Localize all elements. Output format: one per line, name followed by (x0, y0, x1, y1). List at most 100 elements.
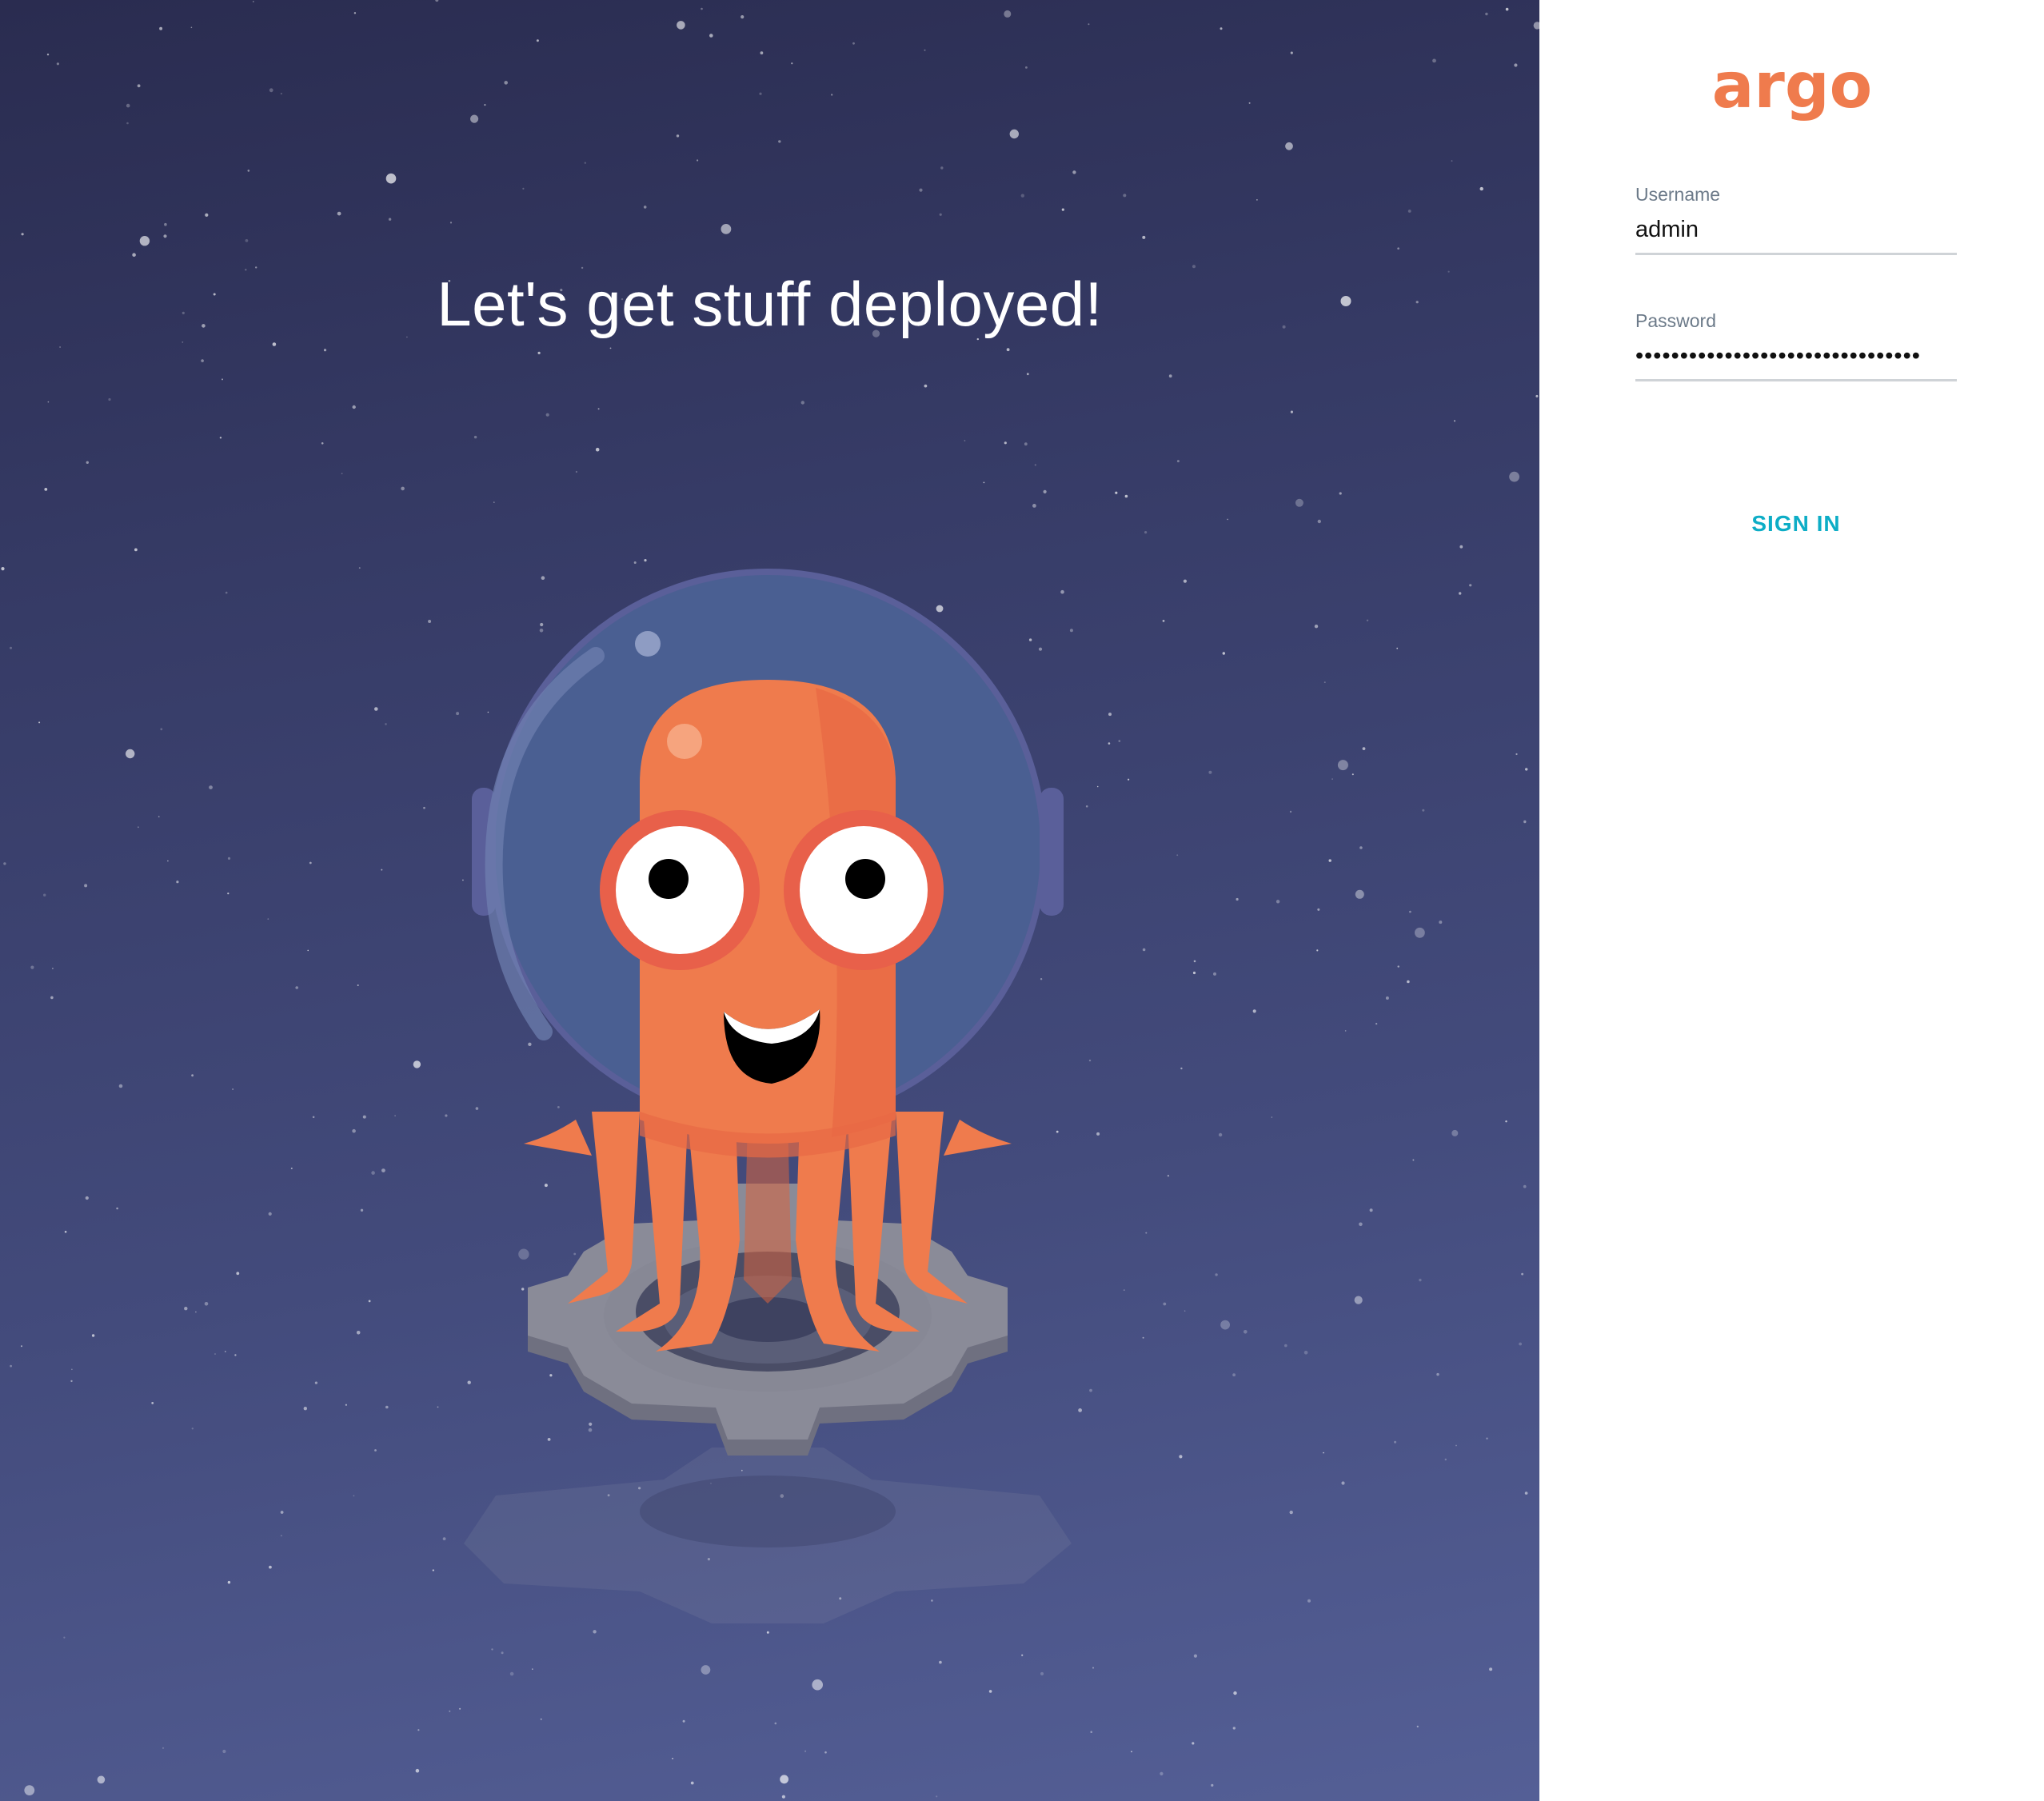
star-dot (108, 397, 111, 401)
star-dot (164, 222, 167, 226)
star-dot (1180, 1067, 1183, 1070)
star-dot (10, 1364, 13, 1368)
star-dot (337, 211, 341, 216)
star-dot (385, 1405, 389, 1409)
star-dot (432, 1569, 434, 1571)
star-dot (1192, 1742, 1195, 1745)
star-dot (303, 1407, 307, 1411)
star-dot (1215, 1273, 1218, 1276)
star-dot (1108, 713, 1112, 717)
star-dot (1090, 1731, 1092, 1733)
star-dot (1486, 1437, 1488, 1440)
username-label: Username (1635, 184, 1721, 205)
sign-in-button[interactable]: SIGN IN (1635, 496, 1957, 552)
password-input[interactable] (1635, 332, 1957, 381)
star-dot (1220, 1320, 1230, 1330)
star-dot (595, 447, 600, 452)
star-dot (1162, 620, 1165, 622)
hero-panel: Let's get stuff deployed! (0, 0, 1539, 1801)
star-dot (1409, 910, 1411, 913)
star-dot (584, 162, 586, 164)
star-dot (176, 881, 179, 884)
star-dot (295, 986, 299, 989)
star-dot (1183, 579, 1187, 583)
star-dot (609, 347, 612, 349)
star-dot (1514, 63, 1518, 67)
star-dot (1020, 194, 1025, 198)
star-dot (1208, 770, 1212, 774)
star-dot (1276, 900, 1280, 904)
star-dot (1351, 773, 1354, 776)
star-dot (415, 1768, 420, 1773)
star-dot (1397, 965, 1399, 968)
star-dot (1233, 1691, 1237, 1695)
star-dot (137, 84, 141, 88)
star-dot (1419, 1278, 1422, 1282)
star-dot (222, 1749, 226, 1754)
star-dot (936, 1795, 938, 1798)
star-dot (759, 92, 762, 95)
star-dot (540, 1718, 542, 1720)
star-dot (741, 15, 745, 19)
star-dot (1295, 498, 1303, 507)
star-dot (1043, 489, 1047, 494)
star-dot (536, 39, 539, 42)
star-dot (227, 893, 230, 895)
star-dot (1092, 1667, 1094, 1669)
star-dot (1396, 647, 1399, 649)
star-dot (1341, 1481, 1345, 1485)
star-dot (47, 401, 50, 403)
star-dot (64, 1231, 67, 1233)
star-dot (1218, 1132, 1223, 1137)
star-dot (43, 893, 46, 897)
star-dot (190, 26, 193, 29)
star-dot (1523, 1184, 1527, 1188)
argo-octopus-astronaut-icon (464, 569, 1072, 1623)
star-dot (1451, 1129, 1459, 1136)
star-dot (139, 236, 150, 246)
star-dot (1362, 747, 1366, 750)
star-dot (381, 1168, 385, 1172)
star-dot (484, 104, 486, 106)
star-dot (1316, 949, 1319, 952)
star-dot (924, 384, 928, 388)
star-dot (778, 140, 781, 143)
star-dot (812, 1679, 823, 1691)
star-dot (374, 707, 378, 711)
star-dot (341, 473, 343, 474)
star-dot (236, 1272, 240, 1276)
star-dot (30, 965, 34, 969)
star-dot (234, 1354, 237, 1356)
star-dot (1344, 1030, 1347, 1032)
star-dot (504, 81, 508, 85)
star-dot (983, 481, 985, 484)
star-dot (1524, 1492, 1528, 1495)
username-input[interactable] (1635, 206, 1957, 255)
star-dot (191, 1428, 194, 1430)
star-dot (132, 253, 136, 258)
star-dot (219, 437, 222, 439)
star-dot (690, 1781, 694, 1785)
star-dot (1444, 1458, 1447, 1461)
star-dot (312, 1116, 315, 1119)
star-dot (268, 1212, 272, 1216)
star-dot (1290, 410, 1293, 413)
star-dot (1519, 1342, 1522, 1346)
star-dot (1453, 420, 1456, 422)
argo-logo: argo (1539, 50, 2044, 137)
star-dot (1025, 66, 1028, 69)
star-dot (442, 1537, 446, 1540)
star-dot (224, 1351, 226, 1352)
star-dot (1416, 1725, 1419, 1727)
star-dot (1337, 760, 1348, 771)
star-dot (470, 114, 479, 123)
star-dot (493, 501, 495, 503)
star-dot (473, 435, 477, 439)
star-dot (1397, 247, 1399, 250)
star-dot (800, 401, 804, 405)
star-dot (1213, 972, 1216, 976)
star-dot (70, 1380, 73, 1383)
star-dot (85, 1196, 89, 1200)
star-dot (272, 342, 277, 346)
star-dot (459, 1707, 461, 1710)
